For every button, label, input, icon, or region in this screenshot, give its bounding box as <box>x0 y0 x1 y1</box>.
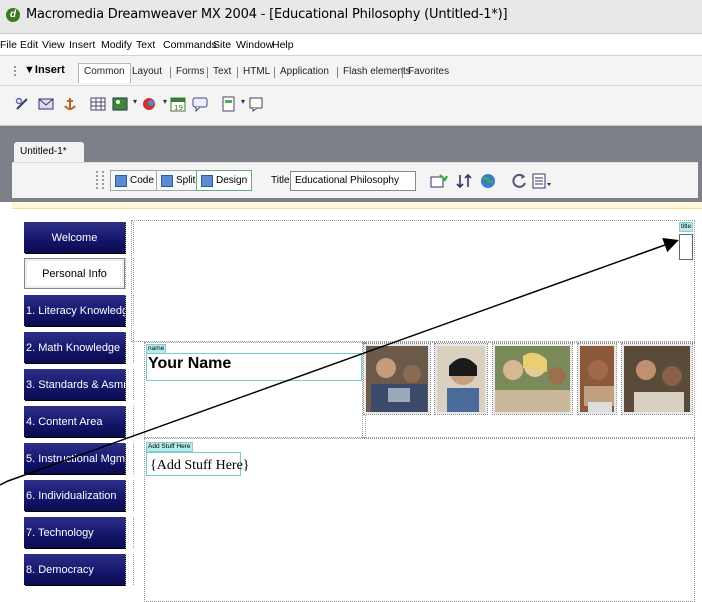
document-toolbar: Code Split Design Title: Educational Phi… <box>12 162 698 198</box>
students-at-computer-photo <box>363 343 431 415</box>
nav-standards-assessment[interactable]: 3. Standards & Asmnt <box>24 369 125 400</box>
tab-separator <box>337 67 338 78</box>
menu-view[interactable]: View <box>42 39 65 51</box>
image-icon[interactable] <box>112 96 137 112</box>
menu-text[interactable]: Text <box>136 39 155 51</box>
panel-grip[interactable] <box>14 66 20 76</box>
menu-file[interactable]: File <box>0 39 17 51</box>
nav-divider <box>125 517 134 548</box>
tab-favorites[interactable]: Favorites <box>408 66 449 77</box>
menu-window[interactable]: Window <box>236 39 273 51</box>
nav-divider <box>125 332 134 363</box>
svg-text:19: 19 <box>174 104 183 112</box>
tab-html[interactable]: HTML <box>243 66 270 77</box>
menu-help[interactable]: Help <box>272 39 294 51</box>
nav-divider <box>125 406 134 437</box>
tab-separator <box>402 67 403 78</box>
tab-text[interactable]: Text <box>213 66 231 77</box>
split-view-button[interactable]: Split <box>156 170 201 191</box>
media-icon[interactable] <box>142 96 167 112</box>
student-studying-photo <box>577 343 617 415</box>
window-titlebar: d Macromedia Dreamweaver MX 2004 - [Educ… <box>0 0 702 34</box>
nav-divider <box>125 443 134 474</box>
tab-separator <box>170 67 171 78</box>
tab-separator <box>207 67 208 78</box>
design-view-label: Design <box>216 175 248 186</box>
your-name-text[interactable]: Your Name <box>148 355 231 373</box>
design-view-icon <box>201 174 213 187</box>
add-stuff-placeholder[interactable]: {Add Stuff Here} <box>150 458 250 474</box>
menu-modify[interactable]: Modify <box>101 39 132 51</box>
nav-welcome[interactable]: Welcome <box>24 222 125 253</box>
nav-divider <box>125 369 134 400</box>
window-title: Macromedia Dreamweaver MX 2004 - [Educat… <box>26 7 508 22</box>
nav-divider <box>125 554 134 585</box>
code-view-label: Code <box>130 175 154 186</box>
nav-content-area[interactable]: 4. Content Area <box>24 406 125 437</box>
tab-layout[interactable]: Layout <box>132 66 162 77</box>
header-cell <box>131 220 695 342</box>
menu-insert[interactable]: Insert <box>69 39 95 51</box>
nav-math-knowledge[interactable]: 2. Math Knowledge <box>24 332 125 363</box>
insert-bar: ▼Insert Common Layout Forms Text HTML Ap… <box>0 56 702 86</box>
code-view-icon <box>115 174 127 187</box>
editable-region-tag-title[interactable]: title <box>679 222 694 232</box>
file-management-icon[interactable] <box>430 173 448 191</box>
insert-bar-label[interactable]: ▼Insert <box>24 64 65 76</box>
nav-democracy[interactable]: 8. Democracy <box>24 554 125 585</box>
nav-individualization[interactable]: 6. Individualization <box>24 480 125 511</box>
document-window-frame: Untitled-1* Code Split Design Title: Edu… <box>0 126 702 202</box>
nav-technology[interactable]: 7. Technology <box>24 517 125 548</box>
document-title-field[interactable]: Educational Philosophy <box>290 171 416 191</box>
named-anchor-icon[interactable] <box>62 96 78 112</box>
tab-separator <box>274 67 275 78</box>
dreamweaver-logo-icon: d <box>6 8 20 22</box>
refresh-icon[interactable] <box>512 173 528 191</box>
nav-divider <box>125 222 134 253</box>
classroom-group-photo <box>492 343 573 415</box>
split-view-icon <box>161 174 173 187</box>
tab-forms[interactable]: Forms <box>176 66 204 77</box>
student-portrait-photo <box>434 343 488 415</box>
nav-literacy-knowledge[interactable]: 1. Literacy Knowledge <box>24 295 125 326</box>
ruler-strip <box>12 202 702 209</box>
title-editable-region[interactable] <box>679 234 693 260</box>
nav-divider <box>125 480 134 511</box>
globe-icon[interactable] <box>480 173 498 191</box>
nav-personal-info[interactable]: Personal Info <box>24 258 125 289</box>
templates-icon[interactable] <box>220 96 245 112</box>
tab-application[interactable]: Application <box>280 66 329 77</box>
preview-icon[interactable] <box>456 173 474 191</box>
code-view-button[interactable]: Code <box>110 170 159 191</box>
common-icons-toolbar: 19 <box>0 86 702 126</box>
toolbar-grip[interactable] <box>96 171 104 189</box>
comment-icon[interactable] <box>192 96 208 112</box>
split-view-label: Split <box>176 175 196 186</box>
date-icon[interactable]: 19 <box>170 96 186 112</box>
editable-region-tag-content[interactable]: Add Stuff Here <box>146 442 193 452</box>
menu-site[interactable]: Site <box>213 39 231 51</box>
view-options-icon[interactable] <box>532 173 552 191</box>
hyperlink-icon[interactable] <box>14 96 30 112</box>
menu-edit[interactable]: Edit <box>20 39 38 51</box>
design-view-button[interactable]: Design <box>196 170 253 191</box>
menu-bar: File Edit View Insert Modify Text Comman… <box>0 34 702 56</box>
tab-separator <box>237 67 238 78</box>
nav-divider <box>125 295 134 326</box>
students-reading-photo <box>621 343 693 415</box>
nav-divider <box>125 258 134 289</box>
table-icon[interactable] <box>90 96 106 112</box>
email-link-icon[interactable] <box>38 96 54 112</box>
tab-flash-elements[interactable]: Flash elements <box>343 66 411 77</box>
design-canvas[interactable]: Welcome Personal Info 1. Literacy Knowle… <box>12 202 702 602</box>
nav-instructional-mgmt[interactable]: 5. Instructional Mgmt <box>24 443 125 474</box>
tab-common[interactable]: Common <box>78 63 131 83</box>
tag-chooser-icon[interactable] <box>248 96 264 112</box>
menu-commands[interactable]: Commands <box>163 39 217 51</box>
document-tab[interactable]: Untitled-1* <box>14 142 84 162</box>
